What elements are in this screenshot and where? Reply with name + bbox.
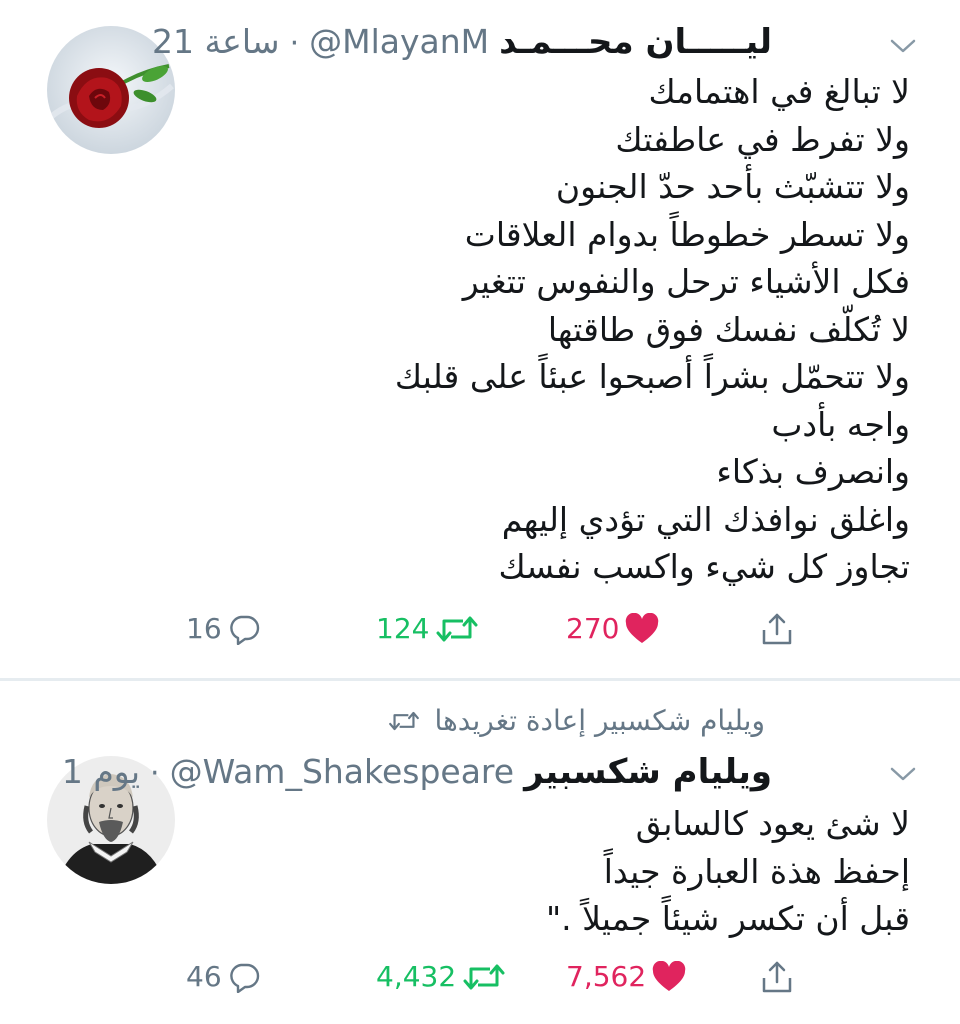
divider bbox=[0, 678, 960, 681]
user-handle[interactable]: @Wam_Shakespeare bbox=[170, 752, 515, 791]
user-handle[interactable]: @MlayanM bbox=[309, 22, 489, 61]
chevron-down-icon[interactable] bbox=[888, 764, 918, 784]
tweet-actions: 16 124 270 bbox=[0, 612, 960, 662]
timestamp[interactable]: 1 يوم bbox=[62, 752, 140, 791]
tweet-text-line: تجاوز كل شيء واكسب نفسك bbox=[498, 547, 910, 586]
reply-button[interactable]: 46 bbox=[186, 960, 260, 993]
retweet-context: ويليام شكسبير إعادة تغريدها bbox=[388, 704, 765, 737]
tweet-text-line: لا شئ يعود كالسابق bbox=[635, 804, 910, 843]
reply-button[interactable]: 16 bbox=[186, 612, 260, 645]
retweet-count: 124 bbox=[376, 612, 430, 645]
tweet-text-line: واجه بأدب bbox=[771, 404, 910, 444]
tweet-text: لا شئ يعود كالسابق إحفظ هذة العبارة جيدا… bbox=[546, 800, 910, 943]
retweet-icon bbox=[389, 711, 420, 730]
display-name[interactable]: ليـــــان محـــمـد bbox=[499, 22, 772, 62]
tweet-text-line: وانصرف بذكاء bbox=[716, 452, 910, 491]
retweet-icon bbox=[463, 964, 505, 989]
reply-icon bbox=[229, 615, 259, 645]
retweet-count: 4,432 bbox=[376, 960, 457, 993]
tweet-text-line: ولا تتشبّث بأحد حدّ الجنون bbox=[555, 167, 910, 206]
like-button[interactable]: 7,562 bbox=[566, 960, 686, 993]
chevron-down-icon[interactable] bbox=[888, 36, 918, 56]
tweet-text-line: لا تُكلّف نفسك فوق طاقتها bbox=[547, 309, 910, 349]
tweet-text-line: إحفظ هذة العبارة جيداً bbox=[603, 851, 910, 891]
like-count: 270 bbox=[566, 612, 620, 645]
retweet-button[interactable]: 4,432 bbox=[376, 960, 506, 993]
like-button[interactable]: 270 bbox=[566, 612, 659, 645]
reply-icon bbox=[229, 963, 259, 993]
share-button[interactable] bbox=[760, 960, 794, 994]
tweet-text-line: واغلق نوافذك التي تؤدي إليهم bbox=[501, 499, 910, 539]
heart-icon bbox=[626, 612, 659, 643]
tweet-text-line: فكل الأشياء ترحل والنفوس تتغير bbox=[462, 262, 910, 301]
like-count: 7,562 bbox=[566, 960, 647, 993]
display-name[interactable]: ويليام شكسبير bbox=[524, 752, 772, 792]
separator-dot: · bbox=[289, 26, 300, 61]
reply-count: 16 bbox=[186, 612, 222, 645]
timestamp[interactable]: 21 ساعة bbox=[152, 22, 280, 61]
tweet-text-line: لا تبالغ في اهتمامك bbox=[648, 72, 910, 111]
tweet-text-line: ولا تتحمّل بشراً أصبحوا عبئاً على قلبك bbox=[394, 357, 910, 396]
reply-count: 46 bbox=[186, 960, 222, 993]
tweet-text: لا تبالغ في اهتمامك ولا تفرط في عاطفتك و… bbox=[395, 68, 910, 591]
tweet-text-line: ولا تفرط في عاطفتك bbox=[615, 119, 910, 159]
retweet-button[interactable]: 124 bbox=[376, 612, 479, 645]
tweet-text-line: قبل أن تكسر شيئاً جميلاً ." bbox=[545, 899, 910, 938]
separator-dot: · bbox=[150, 756, 160, 791]
share-button[interactable] bbox=[760, 612, 794, 646]
tweet-actions: 46 4,432 7,562 bbox=[0, 960, 960, 1010]
share-icon bbox=[762, 613, 792, 645]
heart-icon bbox=[652, 960, 686, 991]
tweet[interactable]: ويليام شكسبير إعادة تغريدها ويليام شكسبي… bbox=[0, 682, 960, 1024]
retweet-icon bbox=[436, 616, 478, 641]
tweet[interactable]: ليـــــان محـــمـد @MlayanM · 21 ساعة لا… bbox=[0, 0, 960, 678]
retweet-context-text[interactable]: ويليام شكسبير إعادة تغريدها bbox=[434, 704, 765, 737]
tweet-text-line: ولا تسطر خطوطاً بدوام العلاقات bbox=[464, 214, 910, 254]
share-icon bbox=[762, 961, 792, 993]
